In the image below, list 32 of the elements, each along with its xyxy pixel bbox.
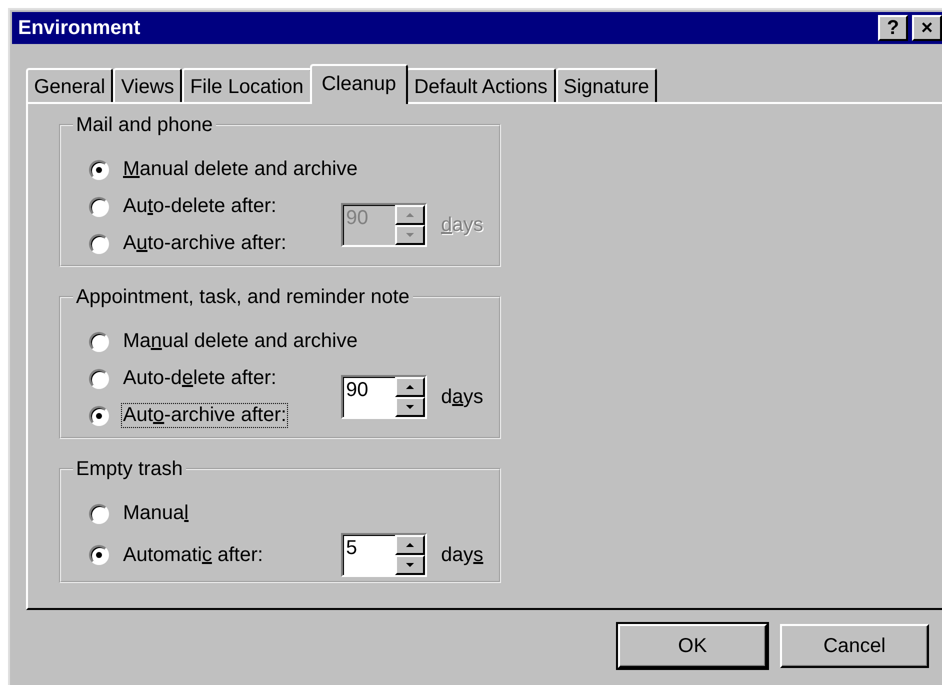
radio-button[interactable] — [89, 234, 109, 254]
option-label[interactable]: Manual — [121, 501, 191, 526]
tab[interactable]: Views — [113, 68, 182, 102]
help-button[interactable]: ? — [878, 15, 908, 41]
tab[interactable]: Cleanup — [310, 64, 408, 104]
option-label[interactable]: Auto-delete after: — [121, 366, 278, 391]
tab[interactable]: File Location — [182, 68, 312, 102]
window-title: Environment — [18, 16, 140, 40]
radio-button[interactable] — [89, 368, 109, 388]
tab[interactable]: General — [26, 68, 114, 102]
option-label[interactable]: Auto-delete after: — [121, 194, 278, 219]
tab[interactable]: Signature — [556, 68, 658, 102]
unit-label: days — [440, 544, 484, 566]
option-label[interactable]: Automatic after: — [121, 542, 266, 568]
option-label[interactable]: Auto-archive after: — [121, 231, 288, 256]
radio-button[interactable] — [89, 545, 109, 565]
radio-button[interactable] — [89, 160, 109, 180]
radio-button[interactable] — [89, 406, 109, 426]
option-label[interactable]: Auto-archive after: — [121, 403, 288, 428]
close-button[interactable]: × — [912, 15, 942, 41]
number-spinner[interactable]: 90 — [341, 375, 427, 419]
radio-button[interactable] — [89, 504, 109, 524]
ok-button[interactable]: OK — [618, 624, 767, 668]
unit-label: days — [440, 214, 484, 236]
option-label[interactable]: Manual delete and archive — [121, 157, 360, 182]
radio-button[interactable] — [89, 196, 109, 216]
cancel-button[interactable]: Cancel — [780, 624, 929, 668]
tab[interactable]: Default Actions — [406, 68, 556, 102]
number-spinner[interactable]: 5 — [341, 533, 427, 577]
radio-button[interactable] — [89, 332, 109, 352]
option-label[interactable]: Manual delete and archive — [121, 329, 360, 354]
unit-label: days — [440, 386, 484, 408]
